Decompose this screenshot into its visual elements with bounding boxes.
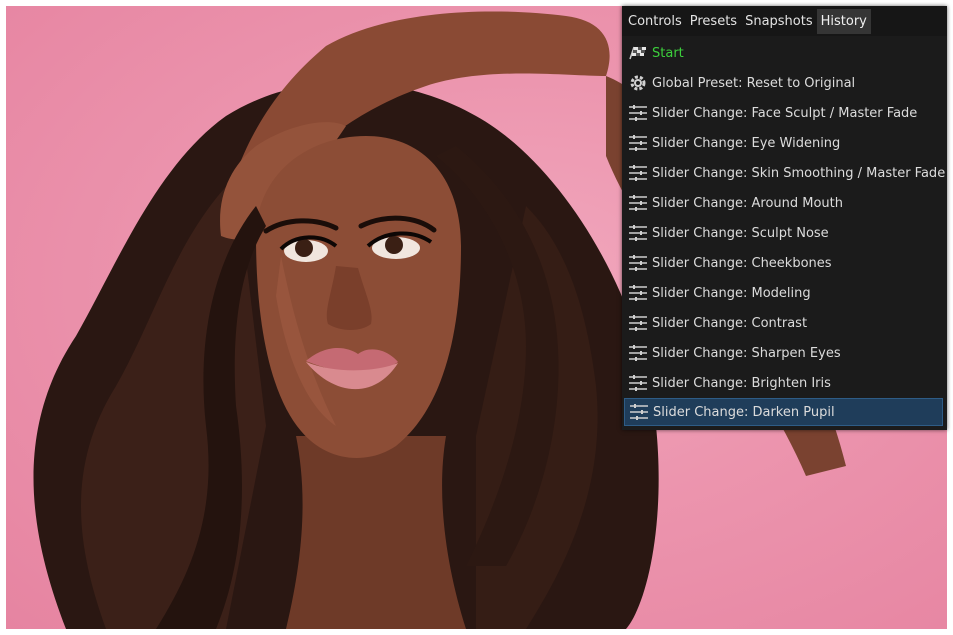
sliders-icon <box>628 193 648 213</box>
history-item-slider-change[interactable]: Slider Change: Around Mouth <box>622 188 947 218</box>
history-item-label: Slider Change: Darken Pupil <box>653 404 835 420</box>
checkered-flag-icon <box>628 43 648 63</box>
history-item-slider-change[interactable]: Slider Change: Eye Widening <box>622 128 947 158</box>
tab-snapshots[interactable]: Snapshots <box>741 9 817 34</box>
sliders-icon <box>628 103 648 123</box>
history-item-label: Start <box>652 45 684 61</box>
sliders-icon <box>628 133 648 153</box>
history-item-label: Slider Change: Face Sculpt / Master Fade <box>652 105 918 121</box>
history-item-label: Slider Change: Cheekbones <box>652 255 832 271</box>
history-item-label: Slider Change: Sculpt Nose <box>652 225 829 241</box>
panel-tab-bar: Controls Presets Snapshots History <box>622 6 947 36</box>
history-item-label: Slider Change: Skin Smoothing / Master F… <box>652 165 946 181</box>
history-item-label: Slider Change: Brighten Iris <box>652 375 831 391</box>
tab-presets[interactable]: Presets <box>686 9 741 34</box>
tab-history[interactable]: History <box>816 8 871 34</box>
sliders-icon <box>629 402 649 422</box>
history-item-global-preset[interactable]: Global Preset: Reset to Original <box>622 68 947 98</box>
history-item-label: Slider Change: Contrast <box>652 315 808 331</box>
gear-icon <box>628 73 648 93</box>
history-item-label: Slider Change: Modeling <box>652 285 811 301</box>
app-canvas: Controls Presets Snapshots History Start… <box>0 0 953 635</box>
history-item-selected[interactable]: Slider Change: Darken Pupil <box>624 398 943 426</box>
sliders-icon <box>628 253 648 273</box>
sliders-icon <box>628 343 648 363</box>
history-item-slider-change[interactable]: Slider Change: Cheekbones <box>622 248 947 278</box>
history-item-label: Global Preset: Reset to Original <box>652 75 856 91</box>
sliders-icon <box>628 313 648 333</box>
sliders-icon <box>628 373 648 393</box>
history-item-slider-change[interactable]: Slider Change: Contrast <box>622 308 947 338</box>
history-item-slider-change[interactable]: Slider Change: Modeling <box>622 278 947 308</box>
history-item-slider-change[interactable]: Slider Change: Brighten Iris <box>622 368 947 398</box>
history-item-label: Slider Change: Eye Widening <box>652 135 841 151</box>
sliders-icon <box>628 283 648 303</box>
history-item-slider-change[interactable]: Slider Change: Sharpen Eyes <box>622 338 947 368</box>
history-list: Start Global Preset: Reset to Original S… <box>622 36 947 426</box>
history-item-label: Slider Change: Sharpen Eyes <box>652 345 841 361</box>
history-item-slider-change[interactable]: Slider Change: Sculpt Nose <box>622 218 947 248</box>
history-item-slider-change[interactable]: Slider Change: Skin Smoothing / Master F… <box>622 158 947 188</box>
history-panel: Controls Presets Snapshots History Start… <box>622 6 947 430</box>
sliders-icon <box>628 223 648 243</box>
sliders-icon <box>628 163 648 183</box>
tab-controls[interactable]: Controls <box>624 9 686 34</box>
history-item-slider-change[interactable]: Slider Change: Face Sculpt / Master Fade <box>622 98 947 128</box>
history-item-start[interactable]: Start <box>622 38 947 68</box>
history-item-label: Slider Change: Around Mouth <box>652 195 844 211</box>
